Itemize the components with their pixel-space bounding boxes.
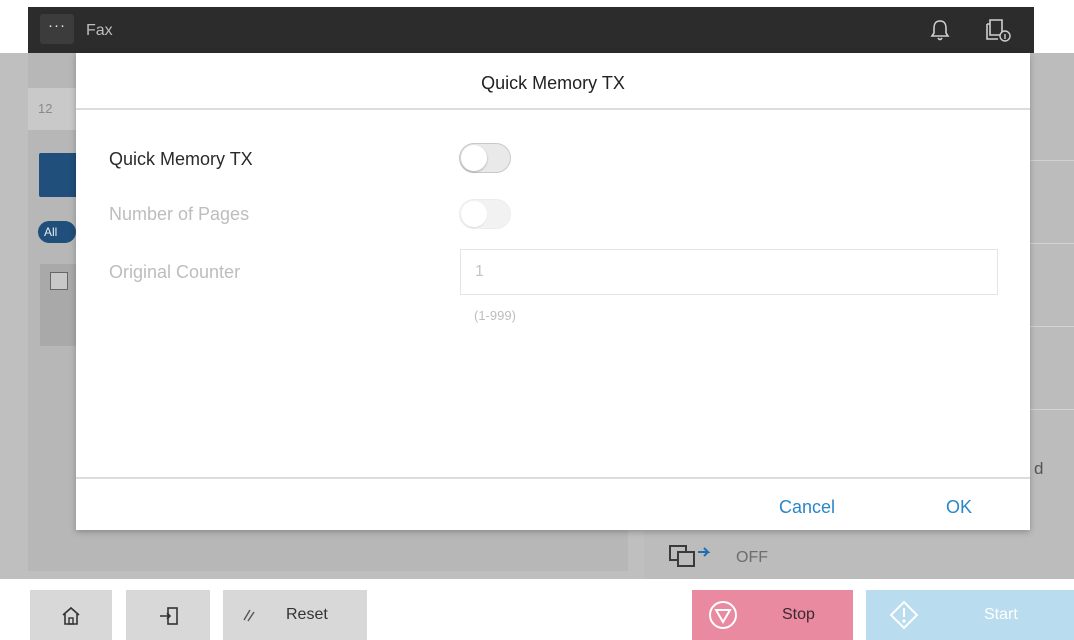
reset-button[interactable]: Reset [223,590,367,640]
reset-icon [243,609,255,622]
quick-memory-dialog: Quick Memory TX Quick Memory TX Number o… [76,53,1030,530]
stop-label: Stop [782,606,815,623]
number-of-pages-label: Number of Pages [109,204,250,224]
original-counter-label: Original Counter [109,262,241,282]
start-label: Start [984,606,1018,623]
stop-icon [709,601,737,629]
login-button[interactable] [126,590,210,640]
list-checkbox[interactable] [50,272,68,290]
truncated-setting-label: d [1034,459,1044,478]
start-button[interactable]: Start [866,590,1074,640]
cancel-button[interactable]: Cancel [779,497,835,518]
login-icon [160,607,178,625]
quick-memory-label: Quick Memory TX [109,149,253,169]
quick-memory-icon [669,545,711,567]
ok-button[interactable]: OK [946,497,972,518]
quick-memory-value: OFF [736,549,768,566]
toggle-knob [461,201,487,227]
bell-icon[interactable] [926,16,954,44]
dialog-title: Quick Memory TX [481,73,625,93]
dialog-footer-divider [76,477,1030,479]
number-of-pages-toggle [459,199,511,229]
reset-label: Reset [286,606,328,623]
filter-all-pill[interactable]: All [38,221,76,243]
menu-ellipsis-icon[interactable]: ··· [40,14,74,44]
destination-tile[interactable] [39,153,79,197]
home-icon [62,606,80,625]
dialog-header-divider [76,108,1030,110]
app-title: Fax [86,22,113,39]
toggle-knob [461,145,487,171]
job-info-icon[interactable] [982,15,1016,45]
address-field[interactable]: 12 [28,88,78,130]
counter-range-hint: (1-999) [474,308,516,323]
top-bar: ··· Fax [28,7,1034,53]
start-icon [889,600,919,630]
stop-button[interactable]: Stop [692,590,853,640]
home-button[interactable] [30,590,112,640]
quick-memory-toggle[interactable] [459,143,511,173]
original-counter-input [460,249,998,295]
